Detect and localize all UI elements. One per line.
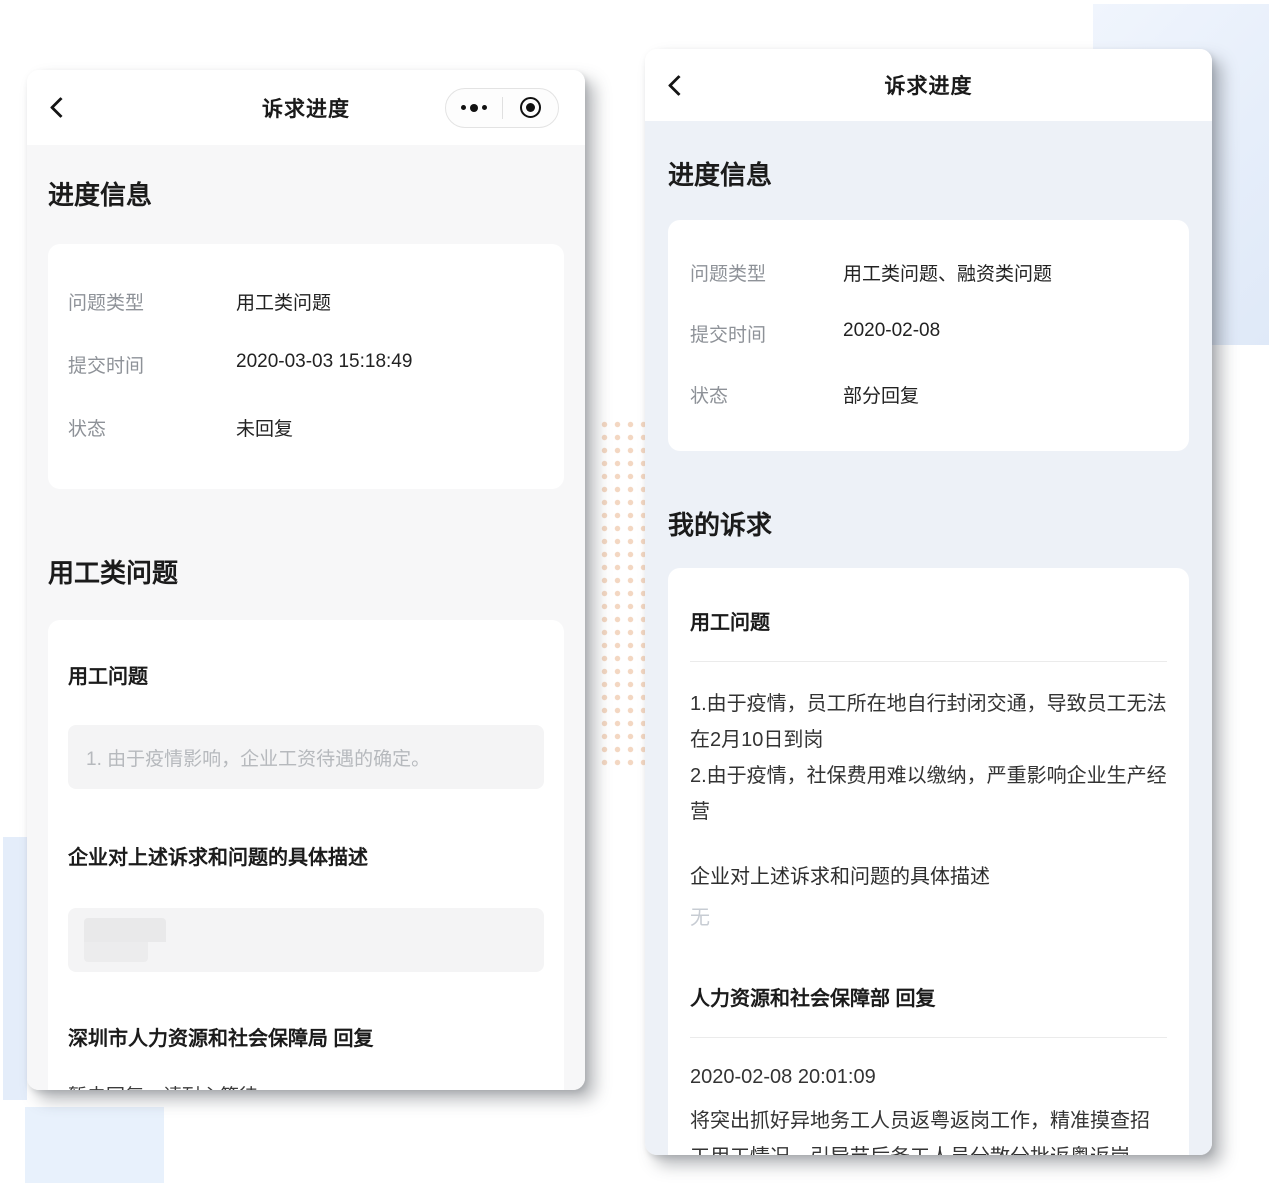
question-content-box: 1. 由于疫情影响，企业工资待遇的确定。 (68, 725, 544, 789)
reply-status-text: 暂未回复，请耐心等待。 (68, 1081, 544, 1090)
left-screen-body: 进度信息 问题类型 用工类问题 提交时间 2020-03-03 15:18:49… (27, 145, 585, 1090)
description-title: 企业对上述诉求和问题的具体描述 (68, 841, 544, 870)
left-nav-bar: 诉求进度 (27, 70, 585, 145)
more-menu-button[interactable] (446, 89, 502, 127)
info-row-status: 状态 未回复 (68, 396, 544, 459)
right-screen-body: 进度信息 问题类型 用工类问题、融资类问题 提交时间 2020-02-08 状态… (645, 121, 1212, 1155)
description-title: 企业对上述诉求和问题的具体描述 (690, 860, 1167, 889)
screen-left: 诉求进度 进度信息 问题类型 用工类问题 提交时间 2020-03-03 15:… (27, 70, 585, 1090)
info-label: 状态 (68, 414, 236, 441)
appeal-detail-card: 用工问题 1.由于疫情，员工所在地自行封闭交通，导致员工无法在2月10日到岗 2… (668, 568, 1189, 1155)
right-page-title: 诉求进度 (645, 70, 1212, 100)
description-value: 无 (690, 901, 1167, 930)
more-dots-icon (461, 104, 487, 112)
info-value: 用工类问题、融资类问题 (843, 259, 1052, 286)
screen-right: 诉求进度 进度信息 问题类型 用工类问题、融资类问题 提交时间 2020-02-… (645, 49, 1212, 1155)
progress-info-card: 问题类型 用工类问题、融资类问题 提交时间 2020-02-08 状态 部分回复 (668, 220, 1189, 451)
info-row-status: 状态 部分回复 (690, 364, 1167, 425)
info-value: 用工类问题 (236, 288, 331, 315)
question-title: 用工问题 (690, 606, 1167, 635)
info-row-question-type: 问题类型 用工类问题、融资类问题 (690, 242, 1167, 303)
right-nav-bar: 诉求进度 (645, 49, 1212, 121)
info-row-submit-time: 提交时间 2020-02-08 (690, 303, 1167, 364)
target-circle-icon (520, 97, 541, 118)
question-title: 用工问题 (68, 660, 544, 689)
status-value: 部分回复 (843, 381, 919, 408)
info-value: 2020-02-08 (843, 320, 940, 342)
redacted-text-blob (84, 918, 166, 942)
close-minimize-button[interactable] (503, 89, 559, 127)
info-row-submit-time: 提交时间 2020-03-03 15:18:49 (68, 333, 544, 396)
issue-detail-card: 用工问题 1. 由于疫情影响，企业工资待遇的确定。 企业对上述诉求和问题的具体描… (48, 620, 564, 1090)
info-row-question-type: 问题类型 用工类问题 (68, 270, 544, 333)
redacted-text-blob (84, 942, 148, 962)
description-content-box (68, 908, 544, 972)
progress-info-card: 问题类型 用工类问题 提交时间 2020-03-03 15:18:49 状态 未… (48, 244, 564, 489)
issue-type-heading: 用工类问题 (48, 553, 564, 590)
info-label: 问题类型 (68, 288, 236, 315)
question-content-text: 1. 由于疫情影响，企业工资待遇的确定。 (86, 744, 430, 771)
reply-timestamp: 2020-02-08 20:01:09 (690, 1066, 1167, 1089)
decor-blue-block-bottom-left (25, 1107, 164, 1183)
progress-info-heading: 进度信息 (48, 175, 564, 212)
status-value: 未回复 (236, 414, 293, 441)
info-value: 2020-03-03 15:18:49 (236, 351, 412, 373)
progress-info-heading: 进度信息 (668, 155, 1189, 192)
info-label: 状态 (690, 381, 843, 408)
reply-content-text: 将突出抓好异地务工人员返粤返岗工作，精准摸查招工用工情况，引导节后务工人员分散分… (690, 1103, 1167, 1155)
info-label: 提交时间 (690, 320, 843, 347)
reply-agency-title: 人力资源和社会保障部 回复 (690, 982, 1167, 1011)
info-label: 问题类型 (690, 259, 843, 286)
decor-blue-strip-left (3, 837, 27, 1100)
wechat-capsule (445, 88, 559, 128)
my-appeal-heading: 我的诉求 (668, 505, 1189, 542)
reply-agency-title: 深圳市人力资源和社会保障局 回复 (68, 1022, 544, 1051)
info-label: 提交时间 (68, 351, 236, 378)
divider (690, 661, 1167, 662)
divider (690, 1037, 1167, 1038)
question-content-text: 1.由于疫情，员工所在地自行封闭交通，导致员工无法在2月10日到岗 2.由于疫情… (690, 686, 1167, 830)
